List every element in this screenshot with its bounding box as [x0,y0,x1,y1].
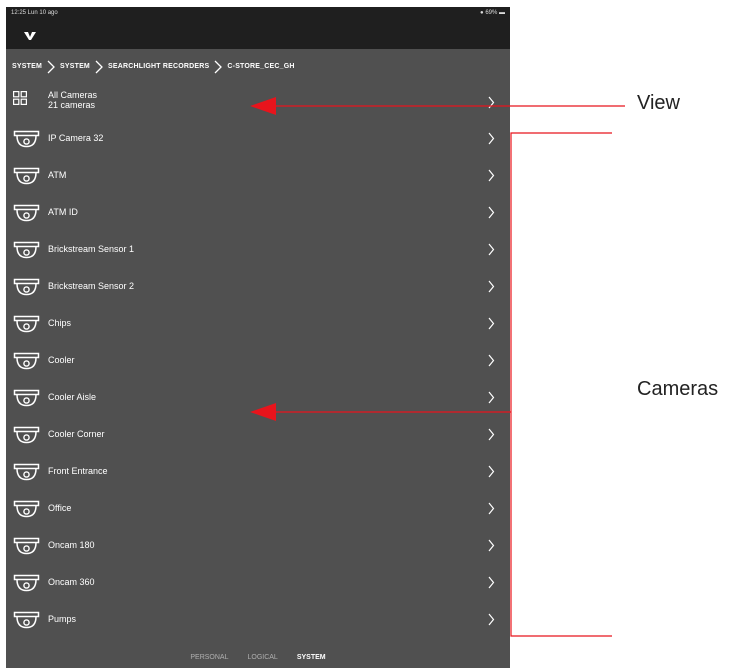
view-annotation: View [637,92,680,114]
cameras-bracket [510,132,612,637]
view-arrow-head [250,97,276,115]
cameras-arrow-head [250,403,276,421]
cameras-annotation: Cameras [637,378,719,400]
